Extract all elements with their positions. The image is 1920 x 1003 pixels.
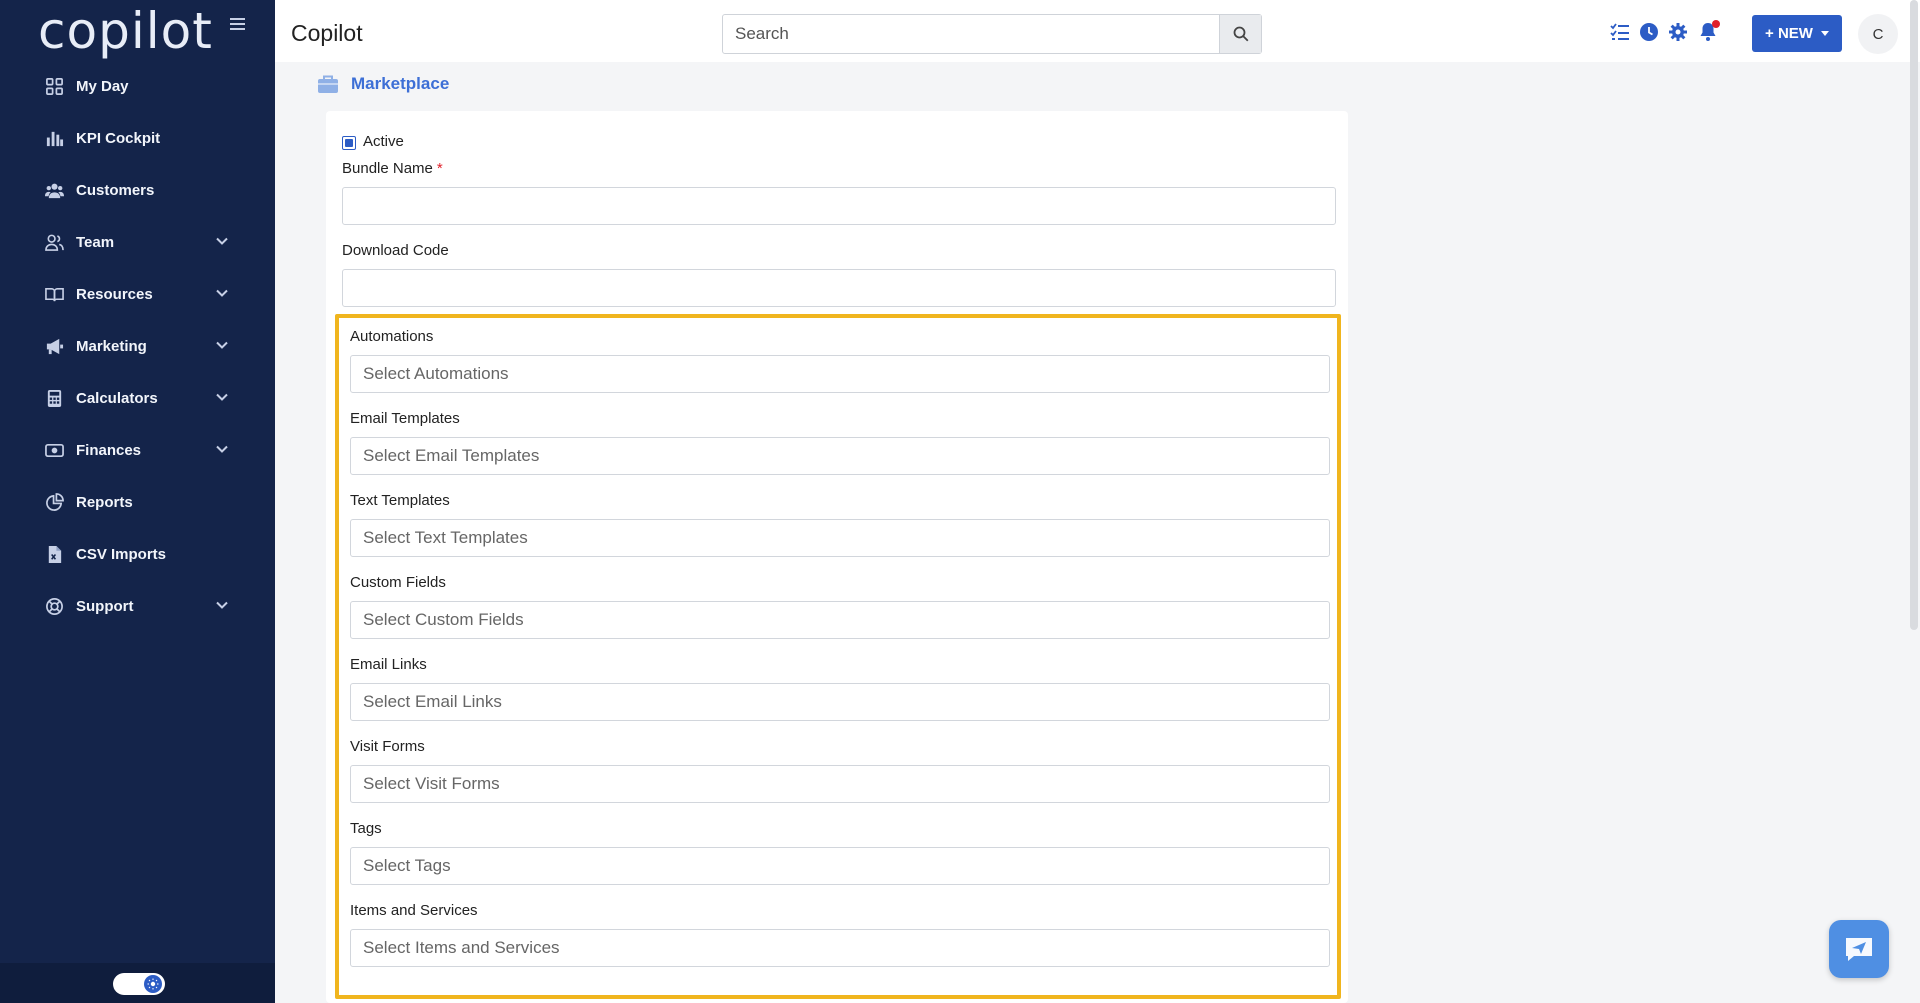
sidebar-item-label: Team — [76, 233, 115, 251]
file-csv-icon — [44, 544, 64, 564]
sidebar-item-my-day[interactable]: My Day — [0, 60, 275, 112]
active-row: Active — [342, 133, 404, 150]
active-checkbox[interactable] — [342, 135, 356, 150]
user-group-icon — [44, 232, 64, 252]
sidebar-item-label: KPI Cockpit — [76, 129, 161, 147]
chat-widget-button[interactable] — [1829, 920, 1889, 978]
sidebar-item-kpi-cockpit[interactable]: KPI Cockpit — [0, 112, 275, 164]
caret-down-icon — [1820, 31, 1829, 36]
bundle-name-label: Bundle Name * — [342, 160, 443, 177]
text-templates-select[interactable]: Select Text Templates — [350, 519, 1330, 557]
chevron-down-icon[interactable] — [214, 233, 230, 249]
sidebar-item-label: Calculators — [76, 389, 158, 407]
automations-select[interactable]: Select Automations — [350, 355, 1330, 393]
lifebuoy-icon — [44, 596, 64, 616]
tags-label: Tags — [350, 820, 382, 837]
search-button[interactable] — [1219, 15, 1261, 53]
grid-icon — [44, 76, 64, 96]
breadcrumb: Marketplace — [317, 74, 449, 94]
download-code-label: Download Code — [342, 242, 449, 259]
search-icon — [1233, 26, 1248, 42]
sidebar-item-resources[interactable]: Resources — [0, 268, 275, 320]
chevron-down-icon[interactable] — [214, 441, 230, 457]
items-services-select[interactable]: Select Items and Services — [350, 929, 1330, 967]
sidebar-item-label: My Day — [76, 77, 129, 95]
chevron-down-icon[interactable] — [214, 337, 230, 353]
sidebar-item-support[interactable]: Support — [0, 580, 275, 632]
sidebar-item-label: Resources — [76, 285, 153, 303]
custom-fields-select[interactable]: Select Custom Fields — [350, 601, 1330, 639]
chevron-down-icon[interactable] — [214, 597, 230, 613]
email-links-label: Email Links — [350, 656, 427, 673]
sidebar-footer — [0, 963, 275, 1003]
app-logo[interactable]: copilot — [38, 2, 213, 60]
download-code-input[interactable] — [342, 269, 1336, 307]
automations-label: Automations — [350, 328, 434, 345]
users-icon — [44, 180, 64, 200]
sidebar-item-calculators[interactable]: Calculators — [0, 372, 275, 424]
bundle-contents-panel: Automations Select Automations Email Tem… — [335, 314, 1341, 999]
tags-select[interactable]: Select Tags — [350, 847, 1330, 885]
text-templates-label: Text Templates — [350, 492, 450, 509]
breadcrumb-marketplace[interactable]: Marketplace — [351, 74, 449, 94]
sidebar-item-team[interactable]: Team — [0, 216, 275, 268]
page-title: Copilot — [291, 20, 363, 46]
sidebar-item-label: Reports — [76, 493, 133, 511]
calculator-icon — [44, 388, 64, 408]
theme-toggle[interactable] — [113, 973, 165, 995]
sidebar-item-customers[interactable]: Customers — [0, 164, 275, 216]
briefcase-icon — [318, 75, 338, 93]
visit-forms-label: Visit Forms — [350, 738, 425, 755]
sidebar-item-csv-imports[interactable]: CSV Imports — [0, 528, 275, 580]
search-bar — [722, 14, 1262, 54]
sidebar-item-label: CSV Imports — [76, 545, 167, 563]
active-label: Active — [363, 133, 404, 150]
sun-icon — [144, 975, 162, 993]
new-button-label: + NEW — [1765, 25, 1813, 42]
top-header: Copilot + NEW C — [275, 0, 1920, 62]
email-templates-label: Email Templates — [350, 410, 460, 427]
book-icon — [44, 284, 64, 304]
email-links-select[interactable]: Select Email Links — [350, 683, 1330, 721]
menu-toggle-icon[interactable] — [230, 18, 245, 34]
bell-icon[interactable] — [1698, 20, 1720, 42]
bundle-form-card: Active Bundle Name * Download Code Automa… — [326, 111, 1348, 1003]
chat-send-icon — [1846, 938, 1872, 961]
sidebar-item-label: Customers — [76, 181, 155, 199]
money-icon — [44, 440, 64, 460]
bar-chart-icon — [44, 128, 64, 148]
bundle-name-label-text: Bundle Name — [342, 160, 433, 177]
email-templates-select[interactable]: Select Email Templates — [350, 437, 1330, 475]
avatar[interactable]: C — [1858, 14, 1898, 54]
chevron-down-icon[interactable] — [214, 389, 230, 405]
bundle-name-input[interactable] — [342, 187, 1336, 225]
sidebar-item-finances[interactable]: Finances — [0, 424, 275, 476]
items-services-label: Items and Services — [350, 902, 478, 919]
new-button[interactable]: + NEW — [1752, 15, 1842, 52]
search-input[interactable] — [723, 15, 1221, 53]
notification-badge — [1712, 20, 1720, 28]
sidebar-item-reports[interactable]: Reports — [0, 476, 275, 528]
required-marker: * — [436, 160, 443, 177]
custom-fields-label: Custom Fields — [350, 574, 446, 591]
sidebar-item-label: Finances — [76, 441, 142, 459]
sidebar-item-label: Support — [76, 597, 134, 615]
tasks-icon[interactable] — [1610, 22, 1630, 42]
pie-chart-icon — [44, 492, 64, 512]
gear-icon[interactable] — [1668, 22, 1688, 42]
sidebar-item-label: Marketing — [76, 337, 147, 355]
page-scrollbar[interactable] — [1910, 0, 1918, 630]
chevron-down-icon[interactable] — [214, 285, 230, 301]
megaphone-icon — [44, 336, 64, 356]
visit-forms-select[interactable]: Select Visit Forms — [350, 765, 1330, 803]
sidebar: copilot My Day KPI Cockpit Customers Tea… — [0, 0, 275, 1003]
clock-icon[interactable] — [1639, 22, 1659, 42]
sidebar-item-marketing[interactable]: Marketing — [0, 320, 275, 372]
sidebar-nav: My Day KPI Cockpit Customers Team Resour… — [0, 60, 275, 632]
